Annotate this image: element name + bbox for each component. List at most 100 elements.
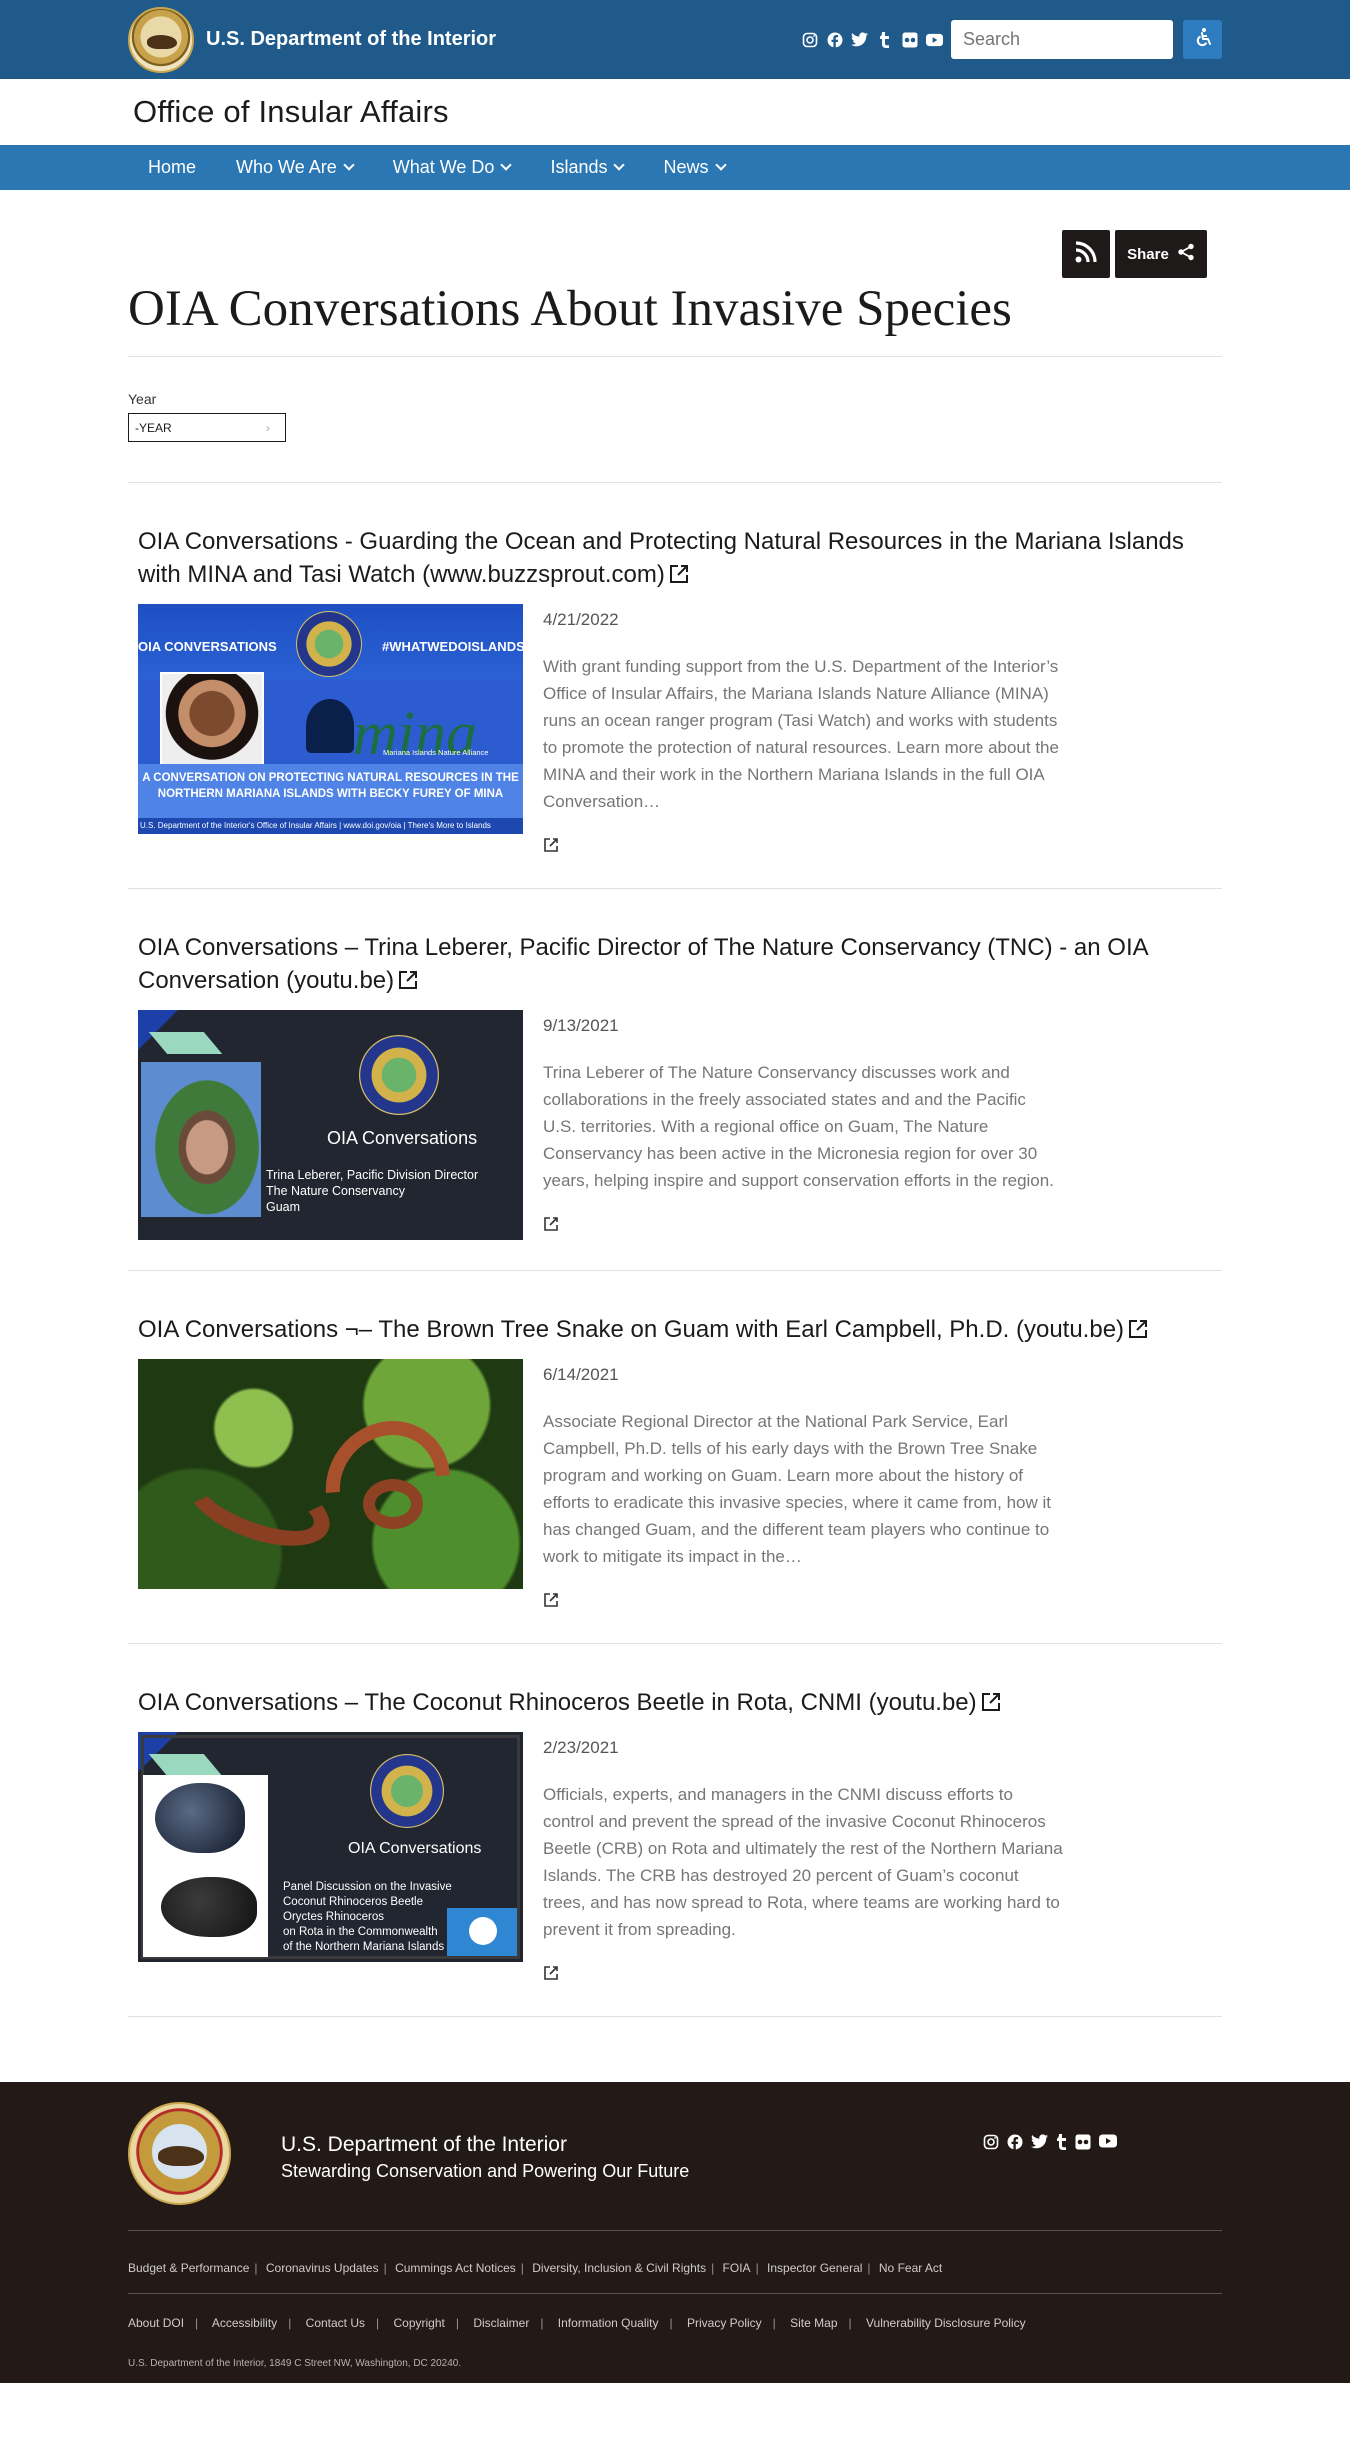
footer-link[interactable]: Diversity, Inclusion & Civil Rights: [532, 2261, 706, 2275]
doi-seal-logo[interactable]: [128, 6, 194, 73]
share-button[interactable]: Share: [1115, 230, 1207, 278]
site-footer: U.S. Department of the Interior Stewardi…: [0, 2082, 1350, 2383]
nav-news[interactable]: News: [643, 145, 744, 190]
external-link-icon[interactable]: [1128, 1315, 1148, 1348]
beetle-image: [155, 1783, 245, 1853]
site-header: U.S. Department of the Interior Search O…: [0, 0, 1350, 190]
list-item: OIA Conversations – The Coconut Rhinocer…: [128, 1644, 1222, 2017]
share-icon: [1177, 243, 1195, 265]
footer-link[interactable]: Inspector General: [767, 2261, 862, 2275]
youtube-icon[interactable]: [926, 31, 943, 48]
external-link-icon[interactable]: [543, 837, 559, 858]
thumbnail-line: on Rota in the Commonwealth: [283, 1926, 438, 1938]
youtube-icon[interactable]: [1099, 2134, 1117, 2155]
nav-what-we-do[interactable]: What We Do: [373, 145, 531, 190]
accessibility-button[interactable]: [1183, 20, 1222, 59]
tree-icon: [306, 699, 354, 753]
thumbnail-text: OIA CONVERSATIONS: [138, 639, 277, 654]
oia-seal-icon: [359, 1035, 439, 1115]
external-link-icon[interactable]: [981, 1688, 1001, 1721]
external-link-icon[interactable]: [543, 1965, 559, 1986]
footer-links-primary: Budget & Performance | Coronavirus Update…: [128, 2231, 1222, 2294]
article-thumbnail[interactable]: OIA Conversations Trina Leberer, Pacific…: [138, 1010, 523, 1240]
cnmi-flag-icon: [447, 1908, 517, 1956]
footer-links-secondary: About DOI | Accessibility | Contact Us | Co…: [128, 2316, 1026, 2330]
article-date: 4/21/2022: [543, 610, 619, 629]
article-title[interactable]: OIA Conversations – The Coconut Rhinocer…: [138, 1686, 1212, 1721]
thumbnail-line: Oryctes Rhinoceros: [283, 1911, 384, 1923]
chevron-down-icon: [714, 159, 727, 171]
footer-link[interactable]: FOIA: [723, 2261, 751, 2275]
facebook-icon[interactable]: [1007, 2134, 1023, 2155]
external-link-icon[interactable]: [669, 560, 689, 593]
office-title[interactable]: Office of Insular Affairs: [133, 94, 449, 130]
doi-seal-logo[interactable]: [128, 2102, 231, 2205]
office-banner: Office of Insular Affairs: [0, 79, 1350, 145]
footer-link[interactable]: Disclaimer: [473, 2316, 529, 2330]
search-input[interactable]: [963, 29, 1195, 50]
speaker-photo: [160, 672, 264, 770]
instagram-icon[interactable]: [801, 31, 818, 48]
twitter-icon[interactable]: [851, 31, 868, 48]
article-date: 9/13/2021: [543, 1016, 619, 1035]
footer-title: U.S. Department of the Interior: [281, 2133, 567, 2156]
nav-who-we-are[interactable]: Who We Are: [216, 145, 373, 190]
year-select[interactable]: -YEAR ›: [128, 413, 286, 442]
instagram-icon[interactable]: [983, 2134, 999, 2155]
nav-label: Home: [148, 157, 197, 177]
footer-link[interactable]: Cummings Act Notices: [395, 2261, 516, 2275]
external-link-icon[interactable]: [398, 966, 418, 999]
footer-link[interactable]: About DOI: [128, 2316, 184, 2330]
search-box: [951, 20, 1215, 59]
snake-image: [175, 1445, 341, 1563]
agency-name[interactable]: U.S. Department of the Interior: [206, 28, 496, 51]
list-item: OIA Conversations - Guarding the Ocean a…: [128, 483, 1222, 889]
footer-link[interactable]: Contact Us: [306, 2316, 365, 2330]
article-title[interactable]: OIA Conversations - Guarding the Ocean a…: [138, 525, 1212, 593]
tumblr-icon[interactable]: [876, 31, 893, 48]
footer-link[interactable]: Budget & Performance: [128, 2261, 249, 2275]
accessibility-icon: [1193, 27, 1213, 52]
article-title-text[interactable]: OIA Conversations ¬– The Brown Tree Snak…: [138, 1316, 1124, 1343]
footer-link[interactable]: Accessibility: [212, 2316, 277, 2330]
article-title-text[interactable]: OIA Conversations – The Coconut Rhinocer…: [138, 1689, 977, 1716]
footer-address: U.S. Department of the Interior, 1849 C …: [128, 2358, 462, 2369]
flickr-icon[interactable]: [901, 31, 918, 48]
article-title[interactable]: OIA Conversations ¬– The Brown Tree Snak…: [138, 1313, 1212, 1348]
article-title-text[interactable]: OIA Conversations – Trina Leberer, Pacif…: [138, 934, 1147, 994]
article-description: Trina Leberer of The Nature Conservancy …: [543, 1063, 1054, 1190]
article-description: Officials, experts, and managers in the …: [543, 1785, 1063, 1939]
tumblr-icon[interactable]: [1056, 2134, 1067, 2155]
twitter-icon[interactable]: [1031, 2134, 1048, 2155]
chevron-down-icon: [343, 159, 355, 171]
rss-icon: [1075, 240, 1097, 268]
footer-link[interactable]: No Fear Act: [879, 2261, 942, 2275]
footer-link[interactable]: Information Quality: [558, 2316, 659, 2330]
article-title[interactable]: OIA Conversations – Trina Leberer, Pacif…: [138, 931, 1212, 999]
year-filter-label: Year: [128, 391, 157, 407]
footer-link[interactable]: Vulnerability Disclosure Policy: [866, 2316, 1026, 2330]
external-link-icon[interactable]: [543, 1216, 559, 1237]
nav-islands[interactable]: Islands: [530, 145, 643, 190]
footer-link[interactable]: Coronavirus Updates: [266, 2261, 379, 2275]
share-label: Share: [1127, 245, 1169, 263]
article-title-text[interactable]: OIA Conversations - Guarding the Ocean a…: [138, 528, 1184, 588]
list-item: OIA Conversations – Trina Leberer, Pacif…: [128, 889, 1222, 1271]
beetle-image: [161, 1877, 257, 1937]
flickr-icon[interactable]: [1075, 2134, 1091, 2155]
page-actions: Share: [128, 230, 1222, 278]
nav-home[interactable]: Home: [128, 145, 216, 190]
facebook-icon[interactable]: [826, 31, 843, 48]
external-link-icon[interactable]: [543, 1592, 559, 1613]
article-thumbnail[interactable]: OIA CONVERSATIONS #WHATWEDOISLANDS mina …: [138, 604, 523, 834]
page-title: OIA Conversations About Invasive Species: [128, 280, 1222, 357]
rss-button[interactable]: [1062, 230, 1110, 278]
footer-link[interactable]: Site Map: [790, 2316, 837, 2330]
thumbnail-line: The Nature Conservancy: [266, 1184, 405, 1198]
article-thumbnail[interactable]: OIA Conversations Panel Discussion on th…: [138, 1732, 523, 1962]
nav-label: Islands: [550, 157, 608, 177]
footer-link[interactable]: Copyright: [393, 2316, 444, 2330]
footer-link[interactable]: Privacy Policy: [687, 2316, 762, 2330]
article-thumbnail[interactable]: [138, 1359, 523, 1589]
thumbnail-text: Panel Discussion on the Invasive Coconut…: [283, 1880, 452, 1955]
